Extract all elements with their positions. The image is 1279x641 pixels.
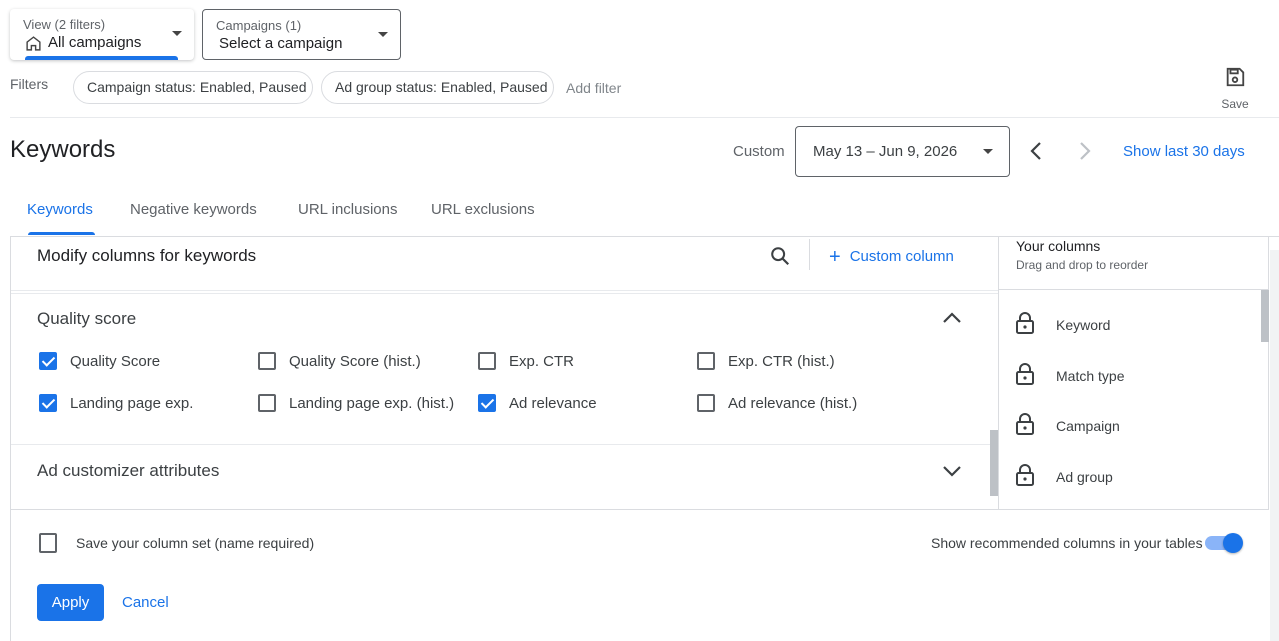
quality-score-option[interactable]: Quality Score	[39, 352, 160, 370]
add-custom-column-button[interactable]: + Custom column	[829, 246, 954, 269]
scrollbar-track[interactable]	[1270, 250, 1279, 641]
divider	[999, 289, 1269, 290]
save-column-set-checkbox[interactable]: Save your column set (name required)	[39, 533, 314, 553]
quality-score-section-title: Quality score	[37, 309, 137, 328]
checkbox[interactable]	[697, 394, 715, 412]
chevron-down-icon	[983, 149, 993, 154]
checkbox[interactable]	[39, 533, 57, 553]
divider	[10, 117, 1279, 118]
save-label: Save	[1221, 97, 1249, 111]
checkbox-checked[interactable]	[478, 394, 496, 412]
your-column-item[interactable]: Match type	[1014, 362, 1124, 389]
option-label: Landing page exp. (hist.)	[289, 394, 455, 412]
quality-score-option[interactable]: Exp. CTR	[478, 352, 574, 370]
quality-score-option[interactable]: Quality Score (hist.)	[258, 352, 421, 370]
quality-score-option[interactable]: Exp. CTR (hist.)	[697, 352, 835, 370]
lock-icon	[1014, 362, 1036, 389]
scrollbar-thumb[interactable]	[990, 430, 998, 496]
ad-customizer-section-title: Ad customizer attributes	[37, 461, 220, 480]
page-title: Keywords	[10, 136, 116, 163]
option-label: Ad relevance	[509, 394, 597, 412]
checkbox[interactable]	[478, 352, 496, 370]
option-label: Landing page exp.	[70, 394, 194, 412]
your-column-label: Campaign	[1056, 417, 1120, 434]
show-last-30-days-link[interactable]: Show last 30 days	[1123, 143, 1245, 160]
cancel-button[interactable]: Cancel	[122, 594, 169, 611]
home-icon	[25, 35, 42, 57]
option-label: Quality Score	[70, 352, 161, 370]
lock-icon	[1014, 463, 1036, 490]
active-tab-indicator	[28, 232, 95, 235]
your-column-item[interactable]: Keyword	[1014, 311, 1110, 338]
option-label: Quality Score (hist.)	[289, 352, 421, 370]
your-column-item[interactable]: Ad group	[1014, 463, 1113, 490]
checkbox-checked[interactable]	[39, 394, 57, 412]
checkbox-checked[interactable]	[39, 352, 57, 370]
date-range-picker[interactable]: May 13 – Jun 9, 2026	[795, 126, 1010, 177]
divider	[11, 444, 991, 445]
your-column-label: Ad group	[1056, 468, 1113, 485]
scrollbar-thumb[interactable]	[1261, 290, 1269, 342]
quality-score-option[interactable]: Ad relevance (hist.)	[697, 394, 857, 412]
option-label: Exp. CTR	[509, 352, 575, 370]
chevron-up-icon[interactable]	[941, 309, 963, 332]
your-columns-title: Your columns	[1016, 238, 1101, 254]
divider	[809, 239, 810, 270]
quality-score-option[interactable]: Landing page exp.	[39, 394, 193, 412]
show-recommended-label: Show recommended columns in your tables	[931, 535, 1203, 551]
save-view-button[interactable]: Save	[1215, 66, 1255, 111]
lock-icon	[1014, 412, 1036, 439]
checkbox[interactable]	[258, 352, 276, 370]
tab-negative-keywords[interactable]: Negative keywords	[130, 201, 257, 218]
checkbox[interactable]	[697, 352, 715, 370]
your-columns-subtitle: Drag and drop to reorder	[1016, 258, 1149, 272]
your-column-label: Keyword	[1056, 316, 1111, 333]
toggle-knob	[1223, 533, 1243, 553]
chevron-down-icon	[172, 31, 182, 36]
panel-title: Modify columns for keywords	[37, 246, 257, 265]
your-column-item[interactable]: Campaign	[1014, 412, 1120, 439]
option-label: Exp. CTR (hist.)	[728, 352, 835, 370]
tab-url-inclusions[interactable]: URL inclusions	[298, 201, 398, 218]
custom-column-label: Custom column	[849, 248, 954, 265]
checkbox[interactable]	[258, 394, 276, 412]
show-recommended-toggle[interactable]	[1205, 533, 1243, 553]
view-selector[interactable]: View (2 filters) All campaigns	[10, 9, 194, 60]
date-range-type-label: Custom	[733, 143, 785, 160]
search-icon[interactable]	[769, 245, 791, 272]
filter-chip-campaign-status[interactable]: Campaign status: Enabled, Paused	[73, 71, 313, 104]
campaign-selector-count: Campaigns (1)	[216, 18, 302, 33]
chevron-down-icon	[378, 32, 388, 37]
filters-label: Filters	[10, 76, 49, 92]
chevron-right-icon[interactable]	[1076, 140, 1094, 167]
divider	[11, 293, 998, 294]
plus-icon: +	[829, 246, 841, 268]
date-range-value: May 13 – Jun 9, 2026	[813, 143, 958, 160]
option-label: Ad relevance (hist.)	[728, 394, 858, 412]
campaign-selector[interactable]: Campaigns (1) Select a campaign	[202, 9, 401, 60]
view-selector-active-indicator	[25, 56, 178, 60]
your-column-label: Match type	[1056, 367, 1125, 384]
apply-button[interactable]: Apply	[37, 584, 104, 621]
filter-chip-ad-group-status[interactable]: Ad group status: Enabled, Paused	[321, 71, 554, 104]
save-column-set-label: Save your column set (name required)	[76, 535, 315, 551]
view-selector-value: All campaigns	[48, 34, 142, 51]
chevron-left-icon[interactable]	[1027, 140, 1045, 167]
chevron-down-icon[interactable]	[941, 462, 963, 485]
tab-keywords[interactable]: Keywords	[27, 201, 93, 218]
campaign-selector-value: Select a campaign	[219, 35, 343, 52]
divider	[11, 290, 998, 291]
add-filter-button[interactable]: Add filter	[566, 80, 621, 96]
view-selector-filter-count: View (2 filters)	[23, 17, 106, 32]
save-icon	[1224, 67, 1246, 92]
tab-url-exclusions[interactable]: URL exclusions	[431, 201, 535, 218]
lock-icon	[1014, 311, 1036, 338]
quality-score-option[interactable]: Ad relevance	[478, 394, 597, 412]
quality-score-option[interactable]: Landing page exp. (hist.)	[258, 394, 454, 412]
